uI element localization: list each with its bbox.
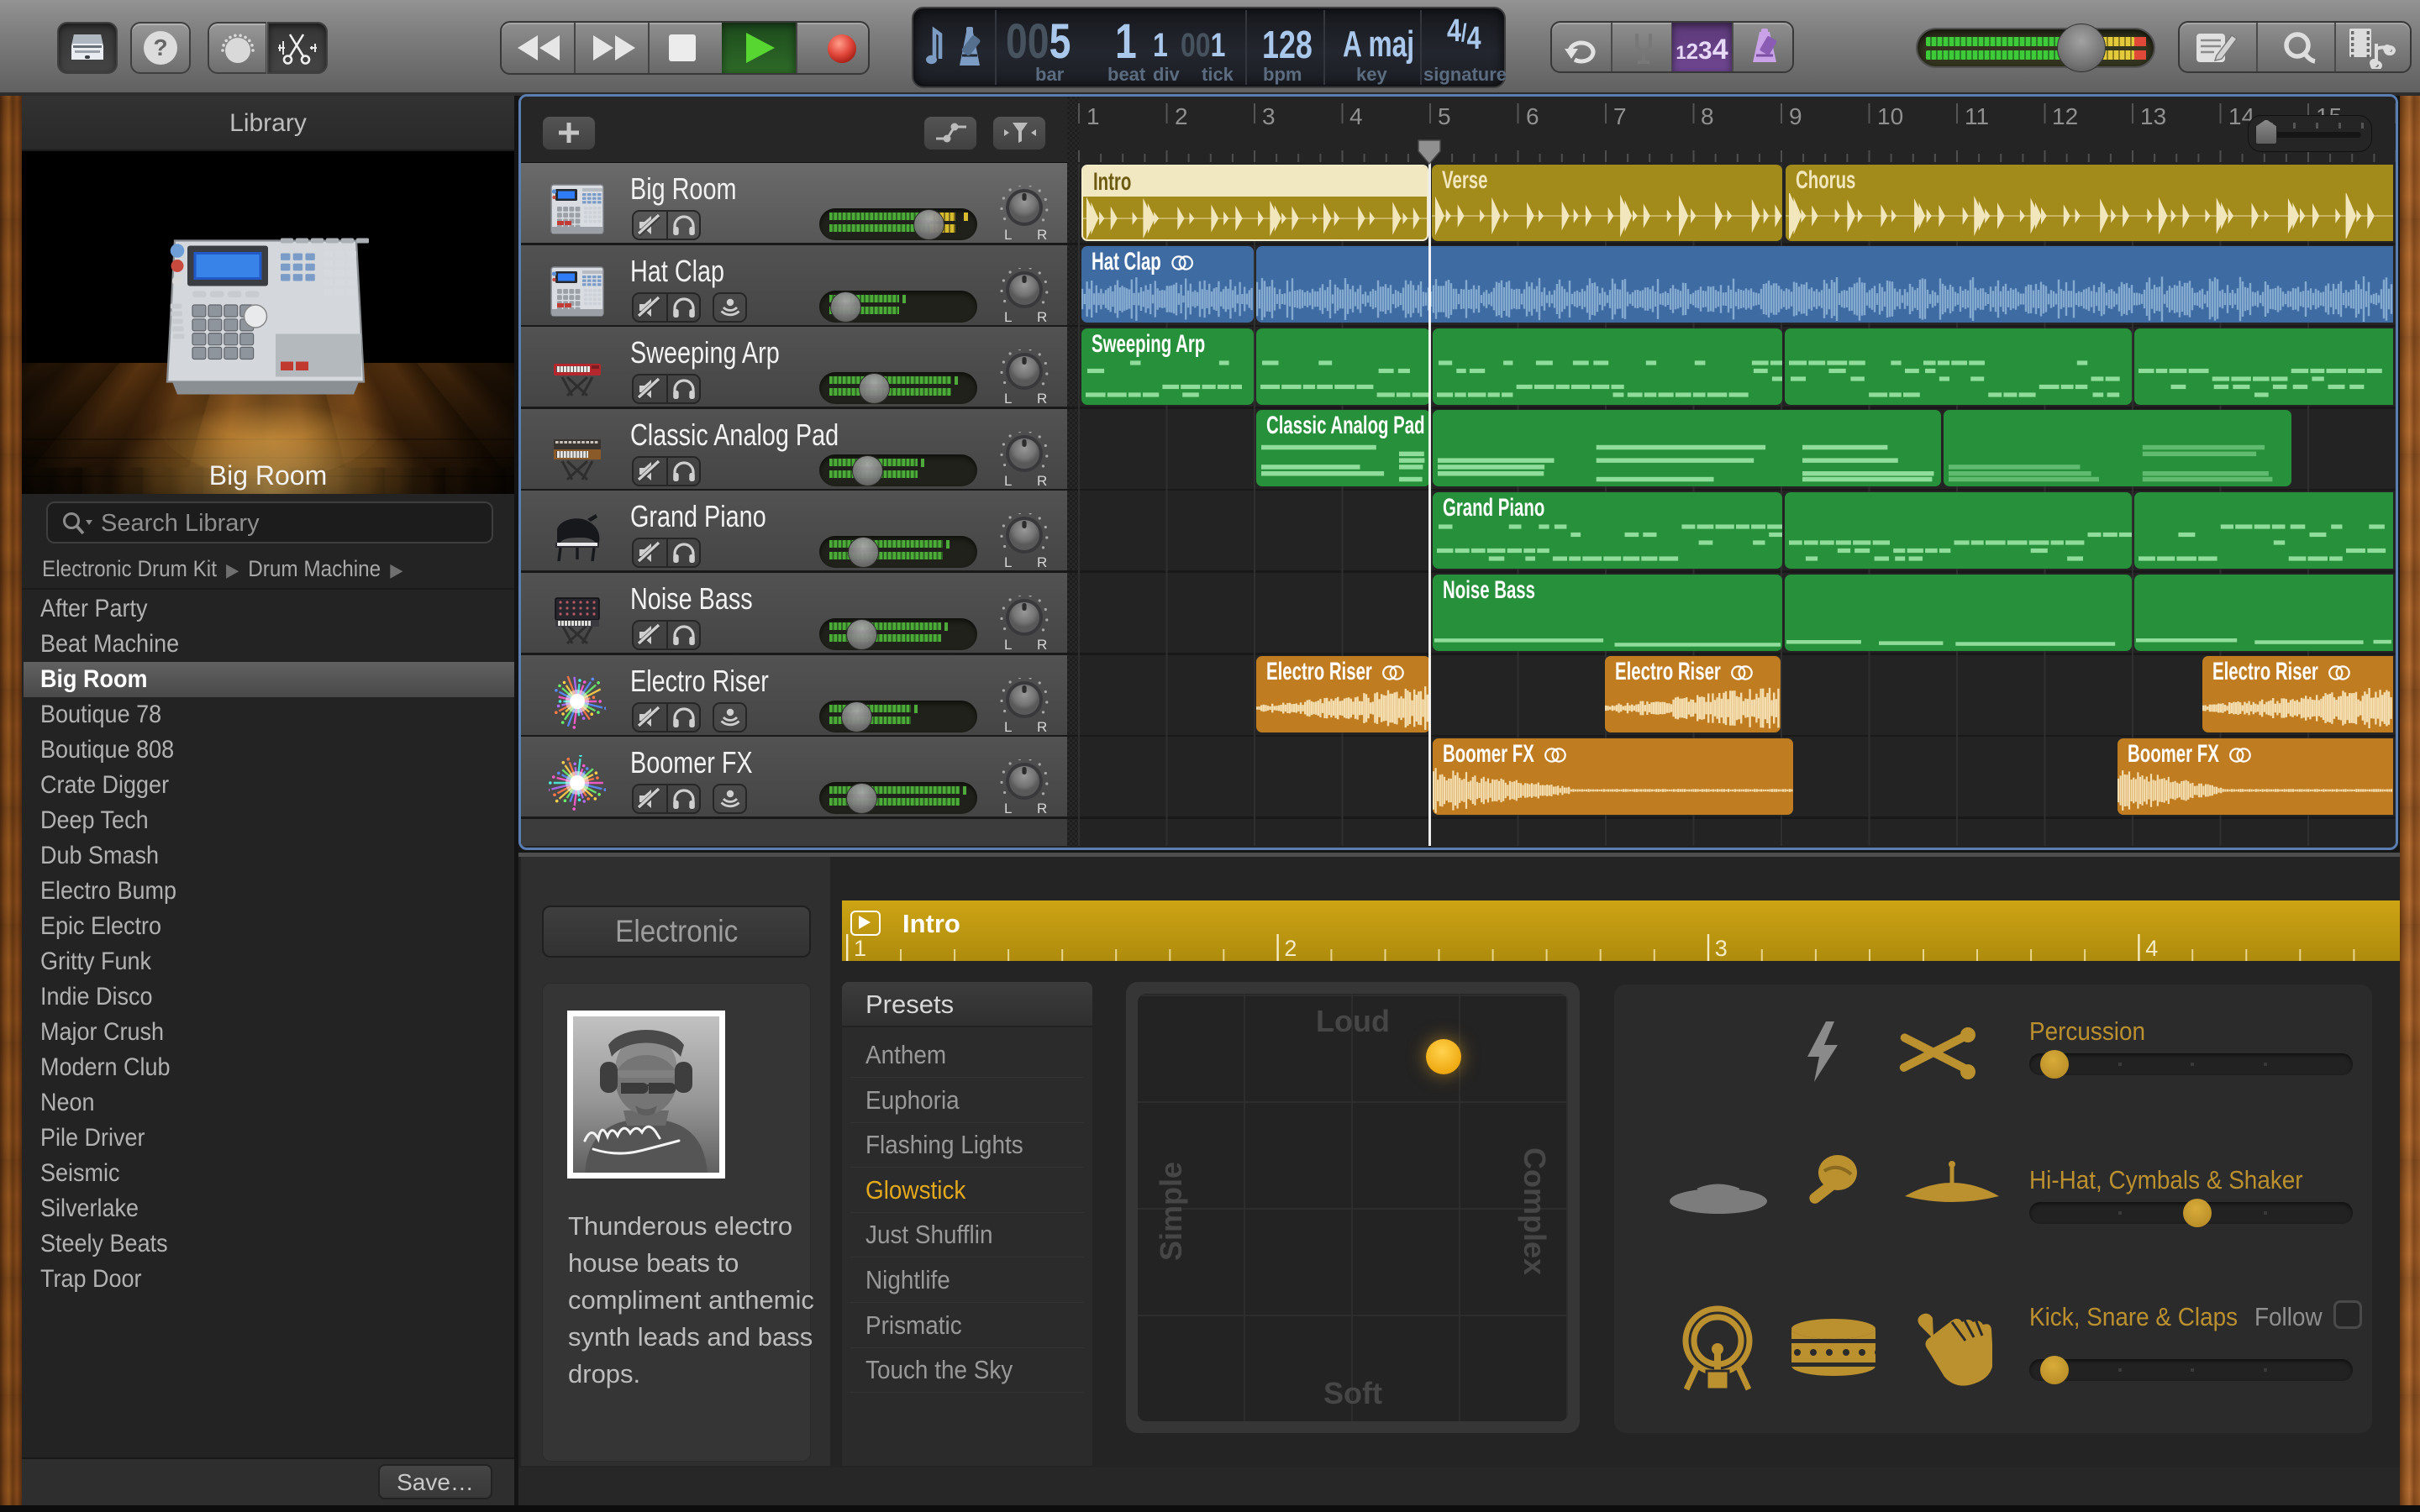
svg-text:R: R: [1037, 309, 1047, 323]
svg-text:R: R: [1037, 227, 1047, 241]
svg-text:L: L: [1004, 637, 1012, 651]
svg-text:L: L: [1004, 227, 1012, 241]
svg-text:R: R: [1037, 719, 1047, 733]
svg-text:3: 3: [1715, 936, 1728, 961]
svg-text:R: R: [1037, 801, 1047, 815]
svg-text:L: L: [1004, 554, 1012, 569]
svg-text:L: L: [1004, 801, 1012, 815]
svg-text:?: ?: [153, 34, 167, 60]
svg-text:4: 4: [2145, 936, 2158, 961]
svg-text:2: 2: [1284, 936, 1297, 961]
svg-text:L: L: [1004, 309, 1012, 323]
svg-text:R: R: [1037, 473, 1047, 487]
svg-text:R: R: [1037, 391, 1047, 405]
svg-text:R: R: [1037, 637, 1047, 651]
svg-text:L: L: [1004, 473, 1012, 487]
svg-text:L: L: [1004, 391, 1012, 405]
svg-text:L: L: [1004, 719, 1012, 733]
svg-text:R: R: [1037, 554, 1047, 569]
svg-text:1: 1: [854, 936, 866, 961]
